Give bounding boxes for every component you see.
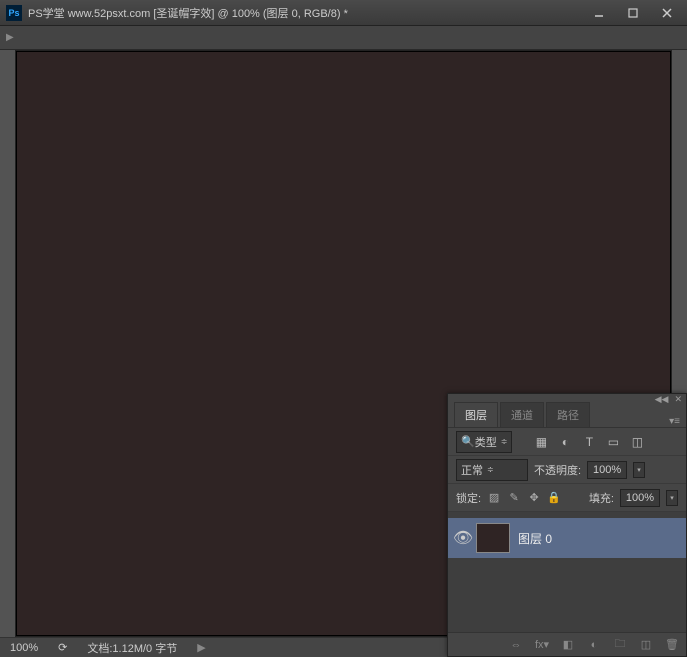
- document-tab-bar: ▶: [0, 26, 687, 50]
- lock-transparent-icon[interactable]: ▨: [487, 491, 501, 505]
- lock-label: 锁定:: [456, 490, 481, 506]
- zoom-level[interactable]: 100%: [0, 642, 48, 654]
- layers-list: 👁 图层 0: [448, 512, 686, 632]
- play-icon[interactable]: ▶: [187, 641, 215, 654]
- maximize-button[interactable]: [619, 3, 647, 23]
- layer-thumbnail[interactable]: [476, 523, 510, 553]
- filter-adjustment-icon[interactable]: ◐: [556, 433, 574, 451]
- opacity-value[interactable]: 100%: [587, 461, 627, 479]
- lock-pixels-icon[interactable]: ✎: [507, 491, 521, 505]
- tab-channels[interactable]: 通道: [500, 402, 544, 427]
- titlebar: Ps PS学堂 www.52psxt.com [圣诞帽字效] @ 100% (图…: [0, 0, 687, 26]
- doc-info: 文档:1.12M/0 字节: [77, 640, 187, 656]
- filter-pixel-icon[interactable]: ▦: [532, 433, 550, 451]
- filter-type-icon[interactable]: T: [580, 433, 598, 451]
- filter-smart-icon[interactable]: ◫: [628, 433, 646, 451]
- opacity-slider-toggle[interactable]: ▾: [633, 462, 645, 478]
- group-icon[interactable]: 🗀: [612, 637, 628, 653]
- lock-all-icon[interactable]: 🔒: [547, 491, 561, 505]
- fill-slider-toggle[interactable]: ▾: [666, 490, 678, 506]
- fill-label: 填充:: [589, 490, 614, 506]
- filter-kind-label: 类型: [475, 434, 497, 450]
- panel-menu-icon[interactable]: ▾≡: [669, 416, 680, 427]
- tab-paths[interactable]: 路径: [546, 402, 590, 427]
- chevron-right-icon: ▶: [6, 32, 14, 43]
- fx-icon[interactable]: fx▾: [534, 637, 550, 653]
- window-title: PS学堂 www.52psxt.com [圣诞帽字效] @ 100% (图层 0…: [28, 5, 585, 21]
- layer-name[interactable]: 图层 0: [518, 530, 552, 547]
- mask-icon[interactable]: ◧: [560, 637, 576, 653]
- chevron-down-icon: ≑: [487, 465, 494, 474]
- opacity-label: 不透明度:: [534, 462, 581, 478]
- tab-layers[interactable]: 图层: [454, 402, 498, 427]
- filter-kind-dropdown[interactable]: 🔍 类型 ≑: [456, 431, 512, 453]
- blend-mode-label: 正常: [461, 462, 483, 478]
- sync-icon: ⟳: [48, 641, 77, 654]
- lock-position-icon[interactable]: ✥: [527, 491, 541, 505]
- link-layers-icon[interactable]: ⇔: [508, 637, 524, 653]
- fill-value[interactable]: 100%: [620, 489, 660, 507]
- chevron-down-icon: ≑: [501, 437, 508, 446]
- filter-shape-icon[interactable]: ▭: [604, 433, 622, 451]
- close-button[interactable]: [653, 3, 681, 23]
- layers-footer: ⇔ fx▾ ◧ ◐ 🗀 ◫ 🗑: [448, 632, 686, 656]
- panel-close-icon[interactable]: ✕: [674, 394, 682, 405]
- new-layer-icon[interactable]: ◫: [638, 637, 654, 653]
- app-icon: Ps: [6, 5, 22, 21]
- minimize-button[interactable]: [585, 3, 613, 23]
- adjustment-icon[interactable]: ◐: [586, 637, 602, 653]
- collapse-icon[interactable]: ◀◀: [655, 394, 669, 405]
- layer-row[interactable]: 👁 图层 0: [448, 518, 686, 558]
- search-icon: 🔍: [461, 435, 475, 448]
- lock-row: 锁定: ▨ ✎ ✥ 🔒 填充: 100% ▾: [448, 484, 686, 512]
- delete-icon[interactable]: 🗑: [664, 637, 680, 653]
- layer-filter-row: 🔍 类型 ≑ ▦ ◐ T ▭ ◫: [448, 428, 686, 456]
- blend-mode-dropdown[interactable]: 正常 ≑: [456, 459, 528, 481]
- blend-row: 正常 ≑ 不透明度: 100% ▾: [448, 456, 686, 484]
- visibility-icon[interactable]: 👁: [454, 529, 472, 547]
- layers-panel: ◀◀ ✕ 图层 通道 路径 ▾≡ 🔍 类型 ≑ ▦ ◐ T ▭ ◫ 正常: [447, 393, 687, 657]
